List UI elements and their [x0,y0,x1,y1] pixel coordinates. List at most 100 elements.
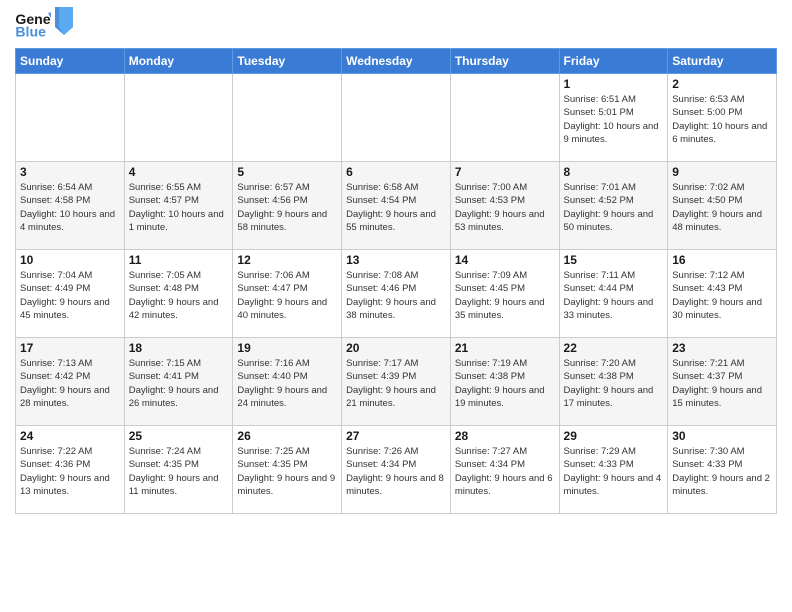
day-info: Sunrise: 7:30 AM Sunset: 4:33 PM Dayligh… [672,445,772,498]
day-number: 16 [672,253,772,267]
header-day-tuesday: Tuesday [233,49,342,74]
day-info: Sunrise: 7:19 AM Sunset: 4:38 PM Dayligh… [455,357,555,410]
day-number: 27 [346,429,446,443]
day-number: 30 [672,429,772,443]
calendar-cell [16,74,125,162]
calendar-cell [124,74,233,162]
calendar-cell: 16 Sunrise: 7:12 AM Sunset: 4:43 PM Dayli… [668,250,777,338]
calendar-cell: 17Sunrise: 7:13 AM Sunset: 4:42 PM Dayli… [16,338,125,426]
day-info: Sunrise: 6:53 AM Sunset: 5:00 PM Dayligh… [672,93,772,146]
day-info: Sunrise: 7:05 AM Sunset: 4:48 PM Dayligh… [129,269,229,322]
day-number: 23 [672,341,772,355]
day-number: 4 [129,165,229,179]
calendar-cell: 5 Sunrise: 6:57 AM Sunset: 4:56 PM Daylig… [233,162,342,250]
day-number: 24 [20,429,120,443]
day-info: Sunrise: 7:04 AM Sunset: 4:49 PM Dayligh… [20,269,120,322]
day-info: Sunrise: 6:55 AM Sunset: 4:57 PM Dayligh… [129,181,229,234]
calendar-cell: 27 Sunrise: 7:26 AM Sunset: 4:34 PM Dayli… [342,426,451,514]
week-row-4: 24 Sunrise: 7:22 AM Sunset: 4:36 PM Dayli… [16,426,777,514]
calendar-cell: 22Sunrise: 7:20 AM Sunset: 4:38 PM Dayli… [559,338,668,426]
day-number: 7 [455,165,555,179]
header-day-saturday: Saturday [668,49,777,74]
day-info: Sunrise: 7:11 AM Sunset: 4:44 PM Dayligh… [564,269,664,322]
header-day-wednesday: Wednesday [342,49,451,74]
calendar-cell: 26 Sunrise: 7:25 AM Sunset: 4:35 PM Dayli… [233,426,342,514]
calendar-header: SundayMondayTuesdayWednesdayThursdayFrid… [16,49,777,74]
calendar-cell: 3Sunrise: 6:54 AM Sunset: 4:58 PM Daylig… [16,162,125,250]
header: General Blue [15,10,777,40]
day-info: Sunrise: 7:01 AM Sunset: 4:52 PM Dayligh… [564,181,664,234]
day-info: Sunrise: 6:54 AM Sunset: 4:58 PM Dayligh… [20,181,120,234]
header-day-monday: Monday [124,49,233,74]
calendar: SundayMondayTuesdayWednesdayThursdayFrid… [15,48,777,514]
page: General Blue SundayMondayTuesdayWednesda… [0,0,792,612]
calendar-cell: 8 Sunrise: 7:01 AM Sunset: 4:52 PM Daylig… [559,162,668,250]
day-number: 6 [346,165,446,179]
calendar-cell: 21 Sunrise: 7:19 AM Sunset: 4:38 PM Dayli… [450,338,559,426]
logo-arrow-icon [55,7,73,35]
day-info: Sunrise: 7:16 AM Sunset: 4:40 PM Dayligh… [237,357,337,410]
day-number: 22 [564,341,664,355]
day-number: 12 [237,253,337,267]
day-number: 9 [672,165,772,179]
week-row-0: 1 Sunrise: 6:51 AM Sunset: 5:01 PM Daylig… [16,74,777,162]
day-info: Sunrise: 7:12 AM Sunset: 4:43 PM Dayligh… [672,269,772,322]
calendar-cell: 30 Sunrise: 7:30 AM Sunset: 4:33 PM Dayli… [668,426,777,514]
calendar-cell: 25Sunrise: 7:24 AM Sunset: 4:35 PM Dayli… [124,426,233,514]
calendar-cell: 19 Sunrise: 7:16 AM Sunset: 4:40 PM Dayli… [233,338,342,426]
day-info: Sunrise: 7:29 AM Sunset: 4:33 PM Dayligh… [564,445,664,498]
calendar-cell: 9Sunrise: 7:02 AM Sunset: 4:50 PM Daylig… [668,162,777,250]
day-number: 2 [672,77,772,91]
day-number: 8 [564,165,664,179]
calendar-cell: 2 Sunrise: 6:53 AM Sunset: 5:00 PM Daylig… [668,74,777,162]
day-number: 13 [346,253,446,267]
day-info: Sunrise: 7:15 AM Sunset: 4:41 PM Dayligh… [129,357,229,410]
day-info: Sunrise: 7:00 AM Sunset: 4:53 PM Dayligh… [455,181,555,234]
day-info: Sunrise: 6:58 AM Sunset: 4:54 PM Dayligh… [346,181,446,234]
svg-text:Blue: Blue [15,23,46,39]
day-number: 5 [237,165,337,179]
calendar-cell: 18Sunrise: 7:15 AM Sunset: 4:41 PM Dayli… [124,338,233,426]
calendar-cell: 20Sunrise: 7:17 AM Sunset: 4:39 PM Dayli… [342,338,451,426]
day-number: 1 [564,77,664,91]
calendar-cell: 10 Sunrise: 7:04 AM Sunset: 4:49 PM Dayli… [16,250,125,338]
day-info: Sunrise: 7:08 AM Sunset: 4:46 PM Dayligh… [346,269,446,322]
logo-icon: General Blue [15,10,51,40]
calendar-cell [450,74,559,162]
day-info: Sunrise: 7:22 AM Sunset: 4:36 PM Dayligh… [20,445,120,498]
day-info: Sunrise: 7:09 AM Sunset: 4:45 PM Dayligh… [455,269,555,322]
calendar-cell: 13 Sunrise: 7:08 AM Sunset: 4:46 PM Dayli… [342,250,451,338]
day-number: 11 [129,253,229,267]
day-info: Sunrise: 7:06 AM Sunset: 4:47 PM Dayligh… [237,269,337,322]
day-info: Sunrise: 7:24 AM Sunset: 4:35 PM Dayligh… [129,445,229,498]
day-number: 21 [455,341,555,355]
day-number: 19 [237,341,337,355]
week-row-1: 3Sunrise: 6:54 AM Sunset: 4:58 PM Daylig… [16,162,777,250]
day-number: 14 [455,253,555,267]
calendar-cell: 15Sunrise: 7:11 AM Sunset: 4:44 PM Dayli… [559,250,668,338]
day-info: Sunrise: 7:21 AM Sunset: 4:37 PM Dayligh… [672,357,772,410]
calendar-cell: 12 Sunrise: 7:06 AM Sunset: 4:47 PM Dayli… [233,250,342,338]
calendar-cell: 24 Sunrise: 7:22 AM Sunset: 4:36 PM Dayli… [16,426,125,514]
calendar-cell: 4 Sunrise: 6:55 AM Sunset: 4:57 PM Daylig… [124,162,233,250]
calendar-cell: 11 Sunrise: 7:05 AM Sunset: 4:48 PM Dayli… [124,250,233,338]
header-day-thursday: Thursday [450,49,559,74]
day-info: Sunrise: 6:57 AM Sunset: 4:56 PM Dayligh… [237,181,337,234]
logo: General Blue [15,10,73,40]
day-number: 17 [20,341,120,355]
day-info: Sunrise: 7:25 AM Sunset: 4:35 PM Dayligh… [237,445,337,498]
day-number: 10 [20,253,120,267]
calendar-cell [233,74,342,162]
calendar-cell [342,74,451,162]
day-number: 29 [564,429,664,443]
day-info: Sunrise: 6:51 AM Sunset: 5:01 PM Dayligh… [564,93,664,146]
header-day-sunday: Sunday [16,49,125,74]
header-day-friday: Friday [559,49,668,74]
calendar-cell: 6 Sunrise: 6:58 AM Sunset: 4:54 PM Daylig… [342,162,451,250]
day-info: Sunrise: 7:26 AM Sunset: 4:34 PM Dayligh… [346,445,446,498]
calendar-cell: 14 Sunrise: 7:09 AM Sunset: 4:45 PM Dayli… [450,250,559,338]
header-row: SundayMondayTuesdayWednesdayThursdayFrid… [16,49,777,74]
day-number: 28 [455,429,555,443]
week-row-2: 10 Sunrise: 7:04 AM Sunset: 4:49 PM Dayli… [16,250,777,338]
day-number: 26 [237,429,337,443]
